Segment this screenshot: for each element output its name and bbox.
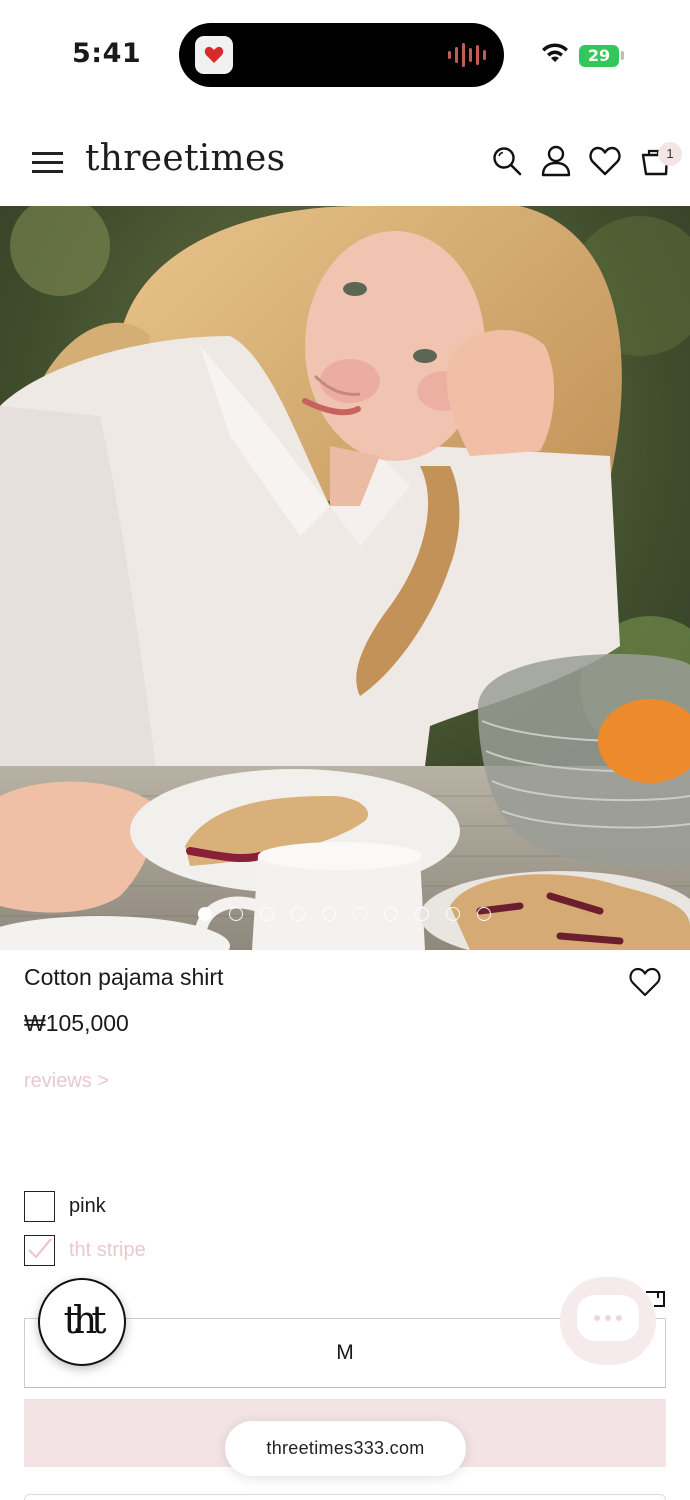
battery-indicator: 29 [579,45,619,67]
size-value: M [336,1341,354,1364]
chat-icon [577,1295,639,1341]
carousel-dot[interactable] [415,907,429,921]
carousel-dot[interactable] [446,907,460,921]
option-label: pink [69,1195,106,1217]
option-checkbox[interactable] [24,1235,55,1266]
carousel-dots [198,907,491,921]
product-title: Cotton pajama shirt [24,964,224,990]
brand-badge-button[interactable]: tht [38,1278,126,1366]
heart-app-icon [204,46,224,63]
hero-photo [0,206,690,950]
bottom-button-edge [24,1494,666,1500]
carousel-dot[interactable] [353,907,367,921]
browser-url-bar[interactable]: threetimes333.com [225,1421,466,1476]
option-checkbox[interactable] [24,1191,55,1222]
dynamic-island[interactable] [179,23,504,87]
now-playing-app-icon [195,36,233,74]
site-logo[interactable]: threetimes [85,138,285,179]
carousel-dot[interactable] [477,907,491,921]
search-icon[interactable] [490,144,524,178]
wishlist-heart-icon[interactable] [628,966,662,998]
carousel-dot[interactable] [322,907,336,921]
site-header: threetimes [0,118,690,204]
brand-badge-text: tht [63,1298,106,1342]
option-label: tht stripe [69,1239,146,1261]
audio-wave-icon [448,41,486,69]
checkmark-icon [28,1238,52,1259]
carousel-dot[interactable] [260,907,274,921]
product-hero-image[interactable] [0,206,690,950]
wifi-icon [542,43,568,62]
reviews-link[interactable]: reviews > [24,1070,109,1093]
cart-count-badge: 1 [658,142,682,166]
option-tht-stripe[interactable]: tht stripe [24,1235,146,1266]
carousel-dot[interactable] [198,907,212,921]
carousel-dot[interactable] [384,907,398,921]
heart-icon[interactable] [588,144,622,178]
option-pink[interactable]: pink [24,1191,106,1222]
status-time: 5:41 [72,38,142,69]
product-price: ₩105,000 [24,1010,129,1036]
status-bar: 5:41 29 [0,0,690,110]
carousel-dot[interactable] [291,907,305,921]
chat-button[interactable] [560,1277,656,1365]
account-icon[interactable] [539,144,573,178]
battery-cap [621,51,624,60]
carousel-dot[interactable] [229,907,243,921]
menu-icon[interactable] [32,152,63,173]
